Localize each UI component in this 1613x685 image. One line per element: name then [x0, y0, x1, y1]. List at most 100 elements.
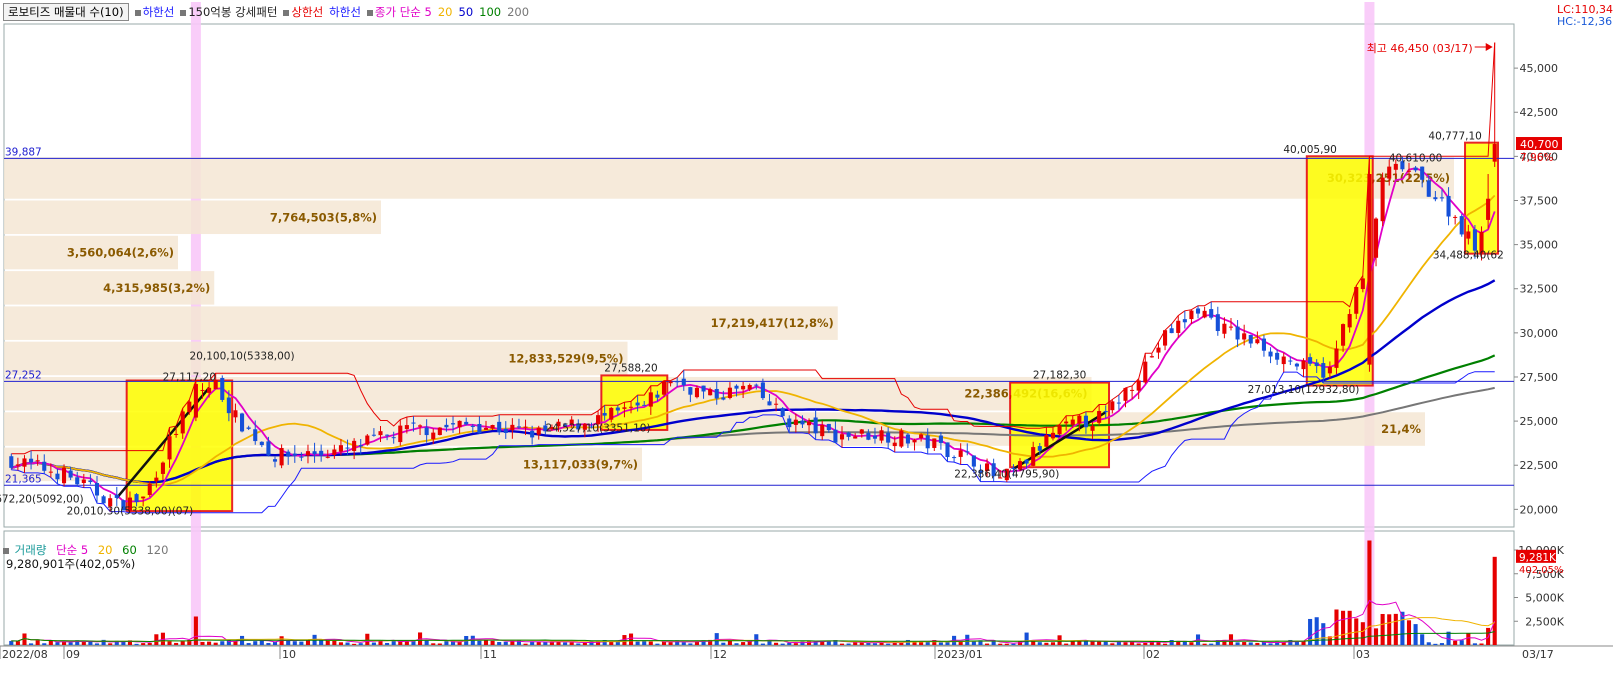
candle-body [1037, 446, 1042, 451]
candle-body [602, 413, 607, 416]
candle-body [945, 442, 950, 458]
volume-bar-179 [1189, 642, 1194, 645]
candle-body [1288, 360, 1293, 362]
candle-body [1420, 166, 1425, 180]
volume-bar-220 [1459, 640, 1464, 645]
candle-body [859, 429, 864, 434]
candle-body [714, 388, 719, 399]
volume-bar-209 [1387, 614, 1392, 645]
volume-legend-ma120: 120 [146, 543, 169, 557]
candle-body [1110, 401, 1115, 411]
volume-bar-152 [1011, 643, 1016, 645]
volume-bar-49 [332, 640, 337, 645]
candle-body [971, 455, 976, 467]
candle-body [1077, 415, 1082, 424]
candle-body [154, 477, 159, 482]
candle-body [741, 385, 746, 390]
candle-body [905, 434, 910, 444]
volume-bar-186 [1235, 642, 1240, 645]
candle-body [932, 438, 937, 448]
volume-bar-87 [582, 642, 587, 645]
candle-body [655, 394, 660, 398]
level-label-0: 39,887 [5, 146, 42, 158]
chart-canvas[interactable]: 30,323,251(22,5%)7,764,503(5,8%)3,560,06… [0, 0, 1613, 682]
x-tick-label-8: 03/17 [1522, 648, 1554, 661]
volume-bar-86 [576, 643, 581, 645]
candle-body [81, 479, 86, 484]
candle-body [22, 458, 27, 467]
legend-item-bull-pattern[interactable]: 150억봉 강세패턴 [180, 4, 277, 20]
volume-bar-163 [1083, 641, 1088, 645]
volume-bar-181 [1202, 643, 1207, 645]
candle-body [1387, 166, 1392, 179]
candle-body [1261, 338, 1266, 351]
volume-bar-39 [266, 643, 271, 645]
candle-body [1314, 362, 1319, 367]
volume-bar-150 [998, 643, 1003, 645]
chart-title[interactable]: 로보티즈 매물대 수(10) [3, 3, 129, 21]
candle-body [846, 432, 851, 437]
volume-bar-203 [1347, 610, 1352, 645]
candle-body [167, 436, 172, 460]
volume-bar-114 [760, 643, 765, 645]
volume-bar-55 [371, 642, 376, 645]
candle-body [628, 406, 634, 408]
volume-bar-138 [919, 642, 924, 645]
candle-body [694, 387, 700, 398]
volume-bar-133 [886, 643, 891, 645]
price-tick-label-7: 27,500 [1520, 371, 1559, 384]
legend-item-close-sma[interactable]: 종가 단순 5 [366, 4, 432, 20]
volume-legend-square-icon [3, 548, 9, 554]
candle-208 [1380, 172, 1385, 226]
candle-body [1406, 170, 1412, 172]
candle-body [1235, 326, 1240, 340]
candle-body [727, 387, 732, 399]
candle-body [925, 435, 930, 449]
volume-bar-103 [688, 643, 693, 645]
candle-body [1453, 216, 1458, 218]
candle-body [1459, 216, 1464, 235]
candle-body [55, 473, 60, 480]
legend-item-lower-band[interactable]: 하한선 [134, 4, 174, 20]
candle-body [1209, 309, 1214, 318]
volume-bar-189 [1255, 642, 1260, 645]
volume-bar-84 [563, 642, 568, 645]
volume-bar-171 [1136, 643, 1141, 645]
candle-body [378, 431, 383, 436]
candle-body [1341, 324, 1346, 346]
volume-bar-223 [1479, 643, 1484, 645]
candle-body [1248, 334, 1253, 344]
volume-bar-38 [259, 640, 264, 645]
candle-body [325, 456, 330, 458]
volume-bar-25 [174, 642, 179, 645]
stock-chart[interactable]: 30,323,251(22,5%)7,764,503(5,8%)3,560,06… [0, 0, 1613, 682]
candle-body [1163, 330, 1168, 346]
legend-item-ma-100: 100 [479, 5, 502, 19]
candle-body [9, 456, 14, 468]
candle-35 [240, 412, 245, 433]
annotation-2: 24,527,10(3351,10) [546, 423, 651, 435]
volume-legend-sma5[interactable]: 단순 5 [56, 543, 88, 557]
annotation-1: 27,588,20 [604, 363, 657, 375]
candle-body [266, 441, 271, 456]
volume-legend-volume[interactable]: 거래량 [15, 543, 47, 557]
candle-body [1334, 348, 1339, 368]
candle-body [721, 397, 726, 400]
volume-bar-166 [1103, 641, 1108, 645]
candle-body [1367, 174, 1372, 365]
volume-bar-202 [1341, 610, 1346, 645]
candle-body [1103, 410, 1108, 413]
candle-body [1031, 447, 1036, 466]
candle-body [61, 467, 67, 484]
volume-bar-217 [1439, 643, 1445, 645]
volume-bar-78 [523, 643, 528, 645]
volume-bar-4 [35, 640, 40, 645]
volume-bar-0 [9, 640, 14, 645]
volume-bar-188 [1248, 642, 1253, 645]
candle-body [259, 441, 264, 446]
candle-body [1024, 459, 1029, 464]
candle-206 [1367, 156, 1372, 372]
legend-item-upper-line[interactable]: 상한선 [283, 4, 323, 20]
legend-item-lower-line[interactable]: 하한선 [329, 4, 361, 20]
last-price-pct: 7,96% [1520, 152, 1553, 164]
